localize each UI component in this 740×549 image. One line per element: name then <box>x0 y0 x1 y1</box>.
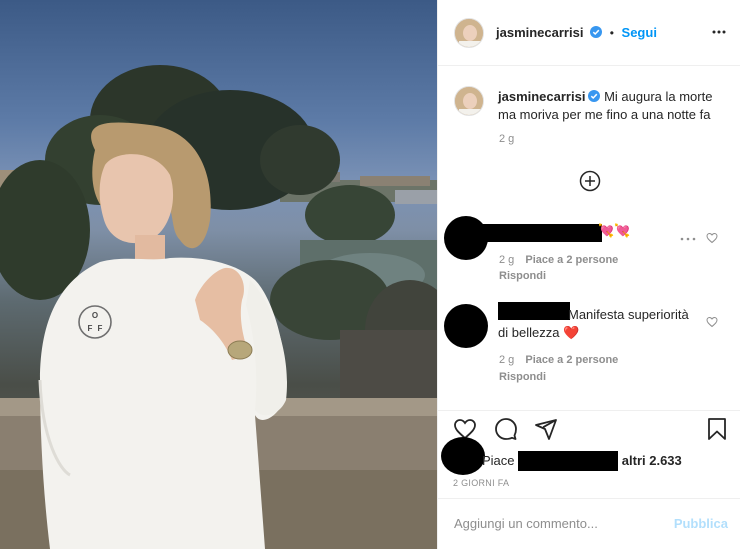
comment-time: 2 g <box>499 354 515 366</box>
comment-likes[interactable]: Piace a 2 persone <box>525 354 618 366</box>
action-bar <box>438 410 740 446</box>
add-comment-bar: Aggiungi un commento... Pubblica <box>438 498 740 549</box>
caption-avatar-image <box>455 87 483 115</box>
comment-like-icon[interactable] <box>706 316 718 328</box>
separator-dot: • <box>609 26 614 40</box>
post-header: jasminecarrisi • Segui <box>438 0 740 66</box>
verified-badge-icon <box>588 90 601 102</box>
likes-count: altri 2.633 <box>621 453 682 468</box>
post-photo-illustration: O F F <box>0 65 437 549</box>
comment-text: 💘💘 <box>598 223 631 238</box>
author-avatar[interactable] <box>454 18 484 48</box>
comment-text: Manifesta superiorità di bellezza ❤️ <box>498 307 689 340</box>
share-icon[interactable] <box>534 417 558 441</box>
post-date[interactable]: 2 GIORNI FA <box>453 478 509 488</box>
publish-button[interactable]: Pubblica <box>674 516 728 531</box>
follow-button[interactable]: Segui <box>622 25 657 40</box>
post-panel: jasminecarrisi • Segui jasminecarrisi Mi… <box>437 0 740 549</box>
reply-button[interactable]: Rispondi <box>499 270 546 282</box>
comment-time: 2 g <box>499 254 515 266</box>
redacted-username <box>482 224 602 242</box>
comment-like-icon[interactable] <box>706 232 718 244</box>
author-username[interactable]: jasminecarrisi <box>496 25 583 40</box>
redacted-liker <box>518 451 619 471</box>
comment-meta: 2 g Piace a 2 persone <box>499 254 618 266</box>
caption-time: 2 g <box>499 133 515 145</box>
comment-input[interactable]: Aggiungi un commento... <box>454 516 598 531</box>
caption-username[interactable]: jasminecarrisi <box>498 89 585 104</box>
liker-avatar[interactable] <box>441 437 485 475</box>
more-options-icon[interactable] <box>711 25 727 39</box>
likes-prefix: Piace <box>482 453 515 468</box>
likes-summary[interactable]: Piace altri 2.633 <box>482 451 682 471</box>
comment-likes[interactable]: Piace a 2 persone <box>525 254 618 266</box>
comment-item: Manifesta superiorità di bellezza ❤️ 2 g… <box>438 298 740 390</box>
svg-text:F: F <box>98 324 103 333</box>
svg-text:F: F <box>88 324 93 333</box>
verified-badge-icon <box>590 26 603 38</box>
bookmark-icon[interactable] <box>705 417 729 441</box>
comment-item: 💘💘 2 g Piace a 2 persone Rispondi <box>438 212 740 292</box>
comment-avatar[interactable] <box>444 304 488 348</box>
author-avatar-image <box>455 19 483 47</box>
header-user-line: jasminecarrisi • Segui <box>496 25 657 40</box>
post-photo[interactable]: O F F <box>0 0 437 549</box>
caption-avatar[interactable] <box>454 86 484 116</box>
plus-circle-icon[interactable] <box>579 170 601 192</box>
comment-meta: 2 g Piace a 2 persone <box>499 354 618 366</box>
svg-text:O: O <box>92 311 98 320</box>
comment-more-icon[interactable] <box>680 236 696 242</box>
reply-button[interactable]: Rispondi <box>499 371 546 383</box>
caption-text: jasminecarrisi Mi augura la morte ma mor… <box>498 88 730 124</box>
comment-icon[interactable] <box>494 417 518 441</box>
